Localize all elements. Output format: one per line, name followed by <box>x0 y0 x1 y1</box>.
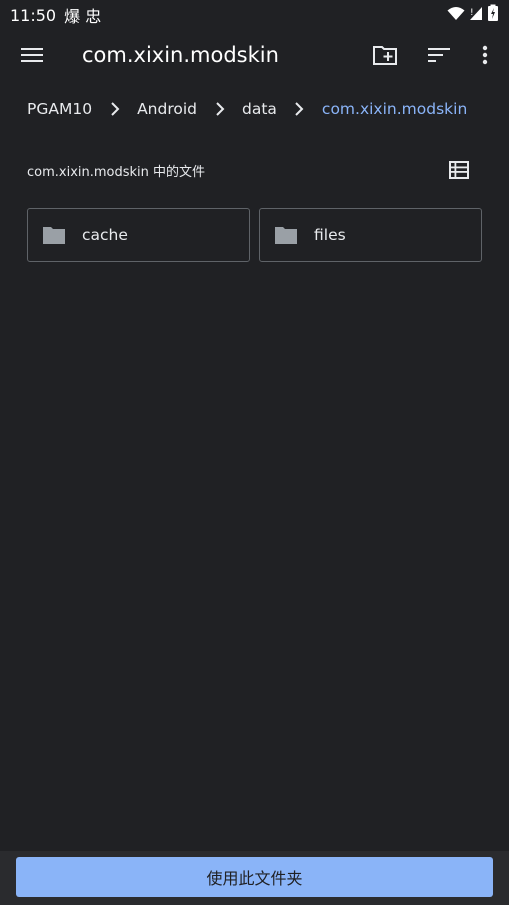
new-folder-button[interactable] <box>367 40 403 70</box>
battery-icon <box>487 4 499 26</box>
new-folder-icon <box>373 46 397 65</box>
bottom-panel: 使用此文件夹 <box>0 851 509 905</box>
chevron-right-icon <box>197 102 242 116</box>
wifi-icon <box>447 5 465 25</box>
section-title: com.xixin.modskin 中的文件 <box>27 164 206 180</box>
status-time: 11:50 <box>10 5 57 25</box>
section-header: com.xixin.modskin 中的文件 <box>27 156 469 184</box>
menu-button[interactable] <box>16 40 48 70</box>
use-this-folder-button[interactable]: 使用此文件夹 <box>16 857 493 897</box>
folder-item[interactable]: cache <box>27 208 250 262</box>
breadcrumb-item-pgam10[interactable]: PGAM10 <box>27 100 92 118</box>
chevron-right-icon <box>92 102 137 116</box>
status-bar: 11:50 爆 忠 ! <box>0 0 509 30</box>
sort-button[interactable] <box>421 40 457 70</box>
folder-icon <box>274 224 300 246</box>
folder-name: files <box>314 226 346 244</box>
list-view-icon <box>449 161 469 179</box>
folder-icon <box>42 224 68 246</box>
sort-icon <box>428 48 450 62</box>
signal-icon: ! <box>469 5 483 25</box>
breadcrumb-item-android[interactable]: Android <box>137 100 197 118</box>
view-toggle-button[interactable] <box>445 156 473 184</box>
breadcrumb-item-current[interactable]: com.xixin.modskin <box>322 100 467 118</box>
breadcrumb: PGAM10 Android data com.xixin.modskin <box>27 94 467 124</box>
page-title: com.xixin.modskin <box>82 43 279 67</box>
svg-text:!: ! <box>470 8 474 18</box>
chevron-right-icon <box>277 102 322 116</box>
more-options-button[interactable] <box>475 40 495 70</box>
more-vert-icon <box>482 45 488 65</box>
folder-item[interactable]: files <box>259 208 482 262</box>
folder-name: cache <box>82 226 128 244</box>
menu-icon <box>21 48 43 62</box>
breadcrumb-item-data[interactable]: data <box>242 100 277 118</box>
app-bar: com.xixin.modskin <box>0 30 509 80</box>
notification-icons: 爆 忠 <box>64 7 102 26</box>
